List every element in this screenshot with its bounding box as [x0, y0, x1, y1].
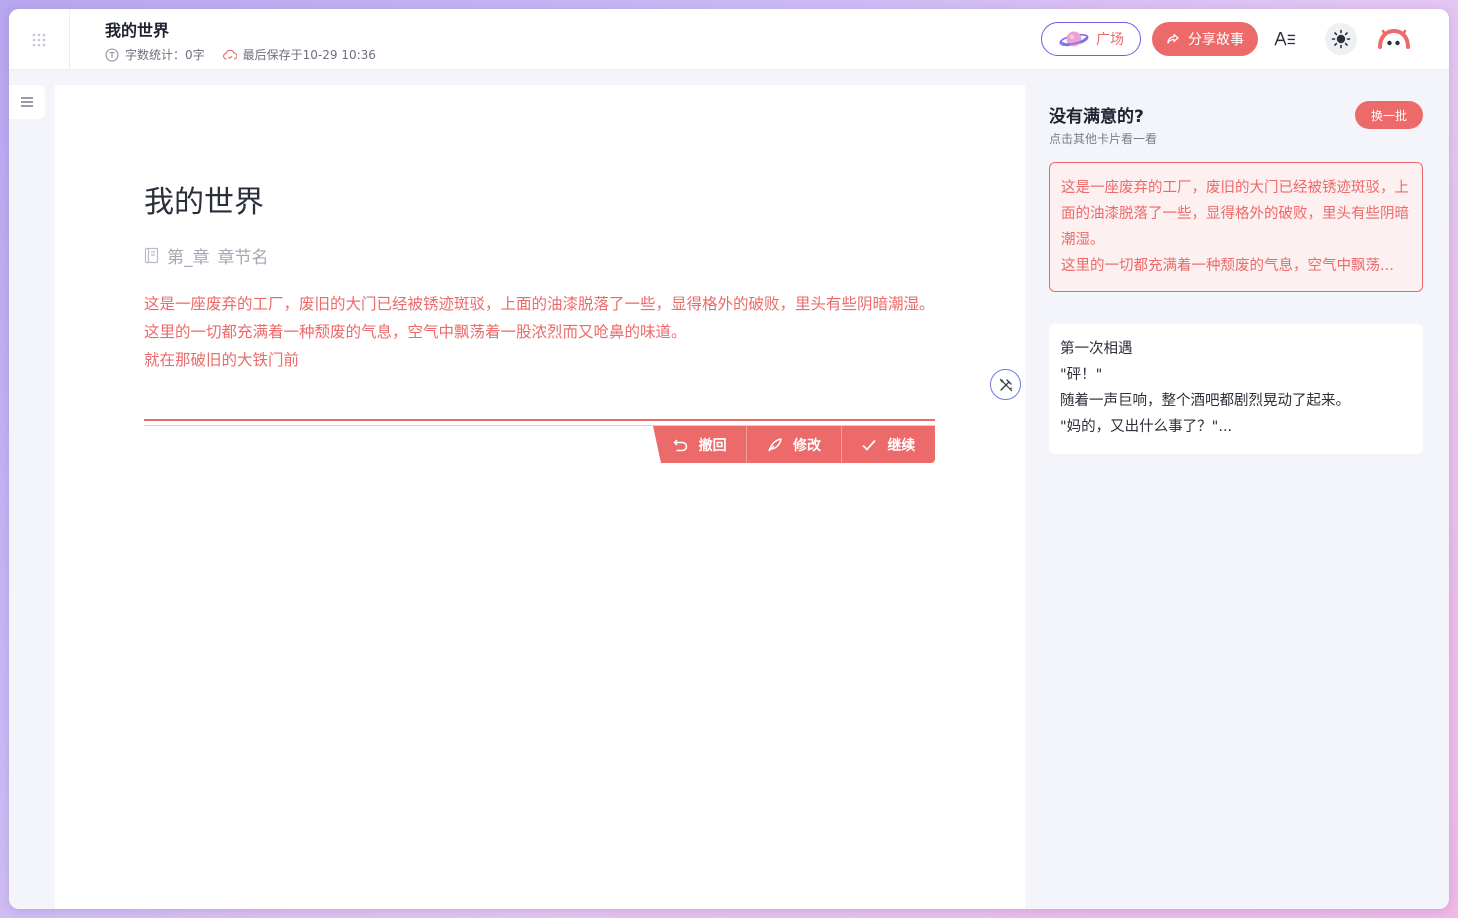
suggestion-card-line: "妈的，又出什么事了？"...: [1060, 419, 1233, 435]
suggestions-title: 没有满意的?: [1049, 107, 1144, 127]
chapter-name: 章节名: [217, 248, 269, 268]
suggestion-card-line: "砰！": [1060, 367, 1103, 383]
grid-icon: [32, 33, 46, 46]
last-saved: 最后保存于10-29 10:36: [222, 46, 376, 63]
font-settings-button[interactable]: [1271, 25, 1299, 53]
theme-toggle-button[interactable]: [1325, 23, 1357, 55]
suggestion-card-line: 这里的一切都充满着一种颓废的气息，空气中飘荡...: [1061, 258, 1394, 274]
ai-magic-button[interactable]: [990, 369, 1021, 400]
top-bar: 我的世界 字数统计：0字 最后保存于10-29 10:36 广场 分享故事: [9, 9, 1449, 70]
word-count: 字数统计：0字: [105, 46, 205, 63]
avatar-icon: [1378, 28, 1410, 49]
suggestion-card-selected[interactable]: 这是一座废弃的工厂，废旧的大门已经被锈迹斑驳，上面的油漆脱落了一些，显得格外的破…: [1049, 162, 1423, 292]
plaza-label: 广场: [1096, 32, 1124, 48]
document-title: 我的世界: [105, 21, 170, 40]
continue-button[interactable]: 继续: [840, 426, 935, 463]
undo-button[interactable]: 撤回: [653, 426, 746, 463]
selection-divider: [144, 419, 935, 421]
app-window: 我的世界 字数统计：0字 最后保存于10-29 10:36 广场 分享故事 我的…: [9, 9, 1449, 909]
share-icon: [1167, 33, 1179, 44]
suggestion-card-line: 随着一声巨响，整个酒吧都剧烈晃动了起来。: [1060, 393, 1350, 409]
feather-pen-icon: [768, 437, 782, 451]
undo-icon: [673, 438, 687, 451]
apps-menu-button[interactable]: [9, 9, 70, 70]
suggestion-card-line: 这是一座废弃的工厂，废旧的大门已经被锈迹斑驳，上面的油漆脱落了一些，显得格外的破…: [1061, 180, 1409, 248]
word-count-text: 字数统计：0字: [125, 48, 205, 62]
story-paragraph: 就在那破旧的大铁门前: [144, 351, 300, 369]
last-saved-text: 最后保存于10-29 10:36: [242, 48, 376, 62]
planet-icon: [1059, 31, 1089, 47]
undo-label: 撤回: [698, 437, 727, 454]
book-icon: [144, 247, 159, 264]
text-count-icon: [105, 47, 119, 62]
chapter-heading[interactable]: 第_章 章节名: [144, 243, 269, 268]
suggestion-card[interactable]: 第一次相遇 "砰！" 随着一声巨响，整个酒吧都剧烈晃动了起来。 "妈的，又出什么…: [1049, 324, 1423, 454]
chapter-number: 第_章: [167, 248, 210, 268]
edit-label: 修改: [792, 437, 821, 454]
story-paragraph: 这里的一切都充满着一种颓废的气息，空气中飘荡着一股浓烈而又呛鼻的味道。: [144, 323, 687, 341]
font-size-icon: [1274, 31, 1295, 46]
plaza-button[interactable]: 广场: [1041, 22, 1141, 56]
editor-area[interactable]: 我的世界 第_章 章节名 这是一座废弃的工厂，废旧的大门已经被锈迹斑驳，上面的油…: [55, 85, 1025, 909]
cloud-save-icon: [222, 49, 237, 60]
ai-action-bar: 撤回 修改 继续: [653, 426, 935, 463]
magic-wand-icon: [999, 378, 1012, 391]
continue-label: 继续: [887, 437, 916, 454]
suggestion-card-line: 第一次相遇: [1060, 341, 1133, 357]
suggestions-subtitle: 点击其他卡片看一看: [1049, 132, 1158, 146]
document-meta: 字数统计：0字 最后保存于10-29 10:36: [105, 46, 394, 63]
story-title[interactable]: 我的世界: [144, 177, 264, 221]
user-avatar[interactable]: [1377, 25, 1411, 53]
share-label: 分享故事: [1188, 32, 1244, 48]
refresh-suggestions-button[interactable]: 换一批: [1355, 101, 1423, 129]
share-story-button[interactable]: 分享故事: [1152, 22, 1258, 56]
generated-story-text[interactable]: 这是一座废弃的工厂，废旧的大门已经被锈迹斑驳，上面的油漆脱落了一些，显得格外的破…: [144, 290, 936, 374]
edit-button[interactable]: 修改: [746, 426, 840, 463]
check-icon: [862, 439, 876, 451]
sun-icon: [1331, 29, 1351, 49]
sidebar-toggle-button[interactable]: [9, 85, 45, 119]
menu-icon: [21, 97, 33, 107]
story-paragraph: 这是一座废弃的工厂，废旧的大门已经被锈迹斑驳，上面的油漆脱落了一些，显得格外的破…: [144, 295, 935, 313]
